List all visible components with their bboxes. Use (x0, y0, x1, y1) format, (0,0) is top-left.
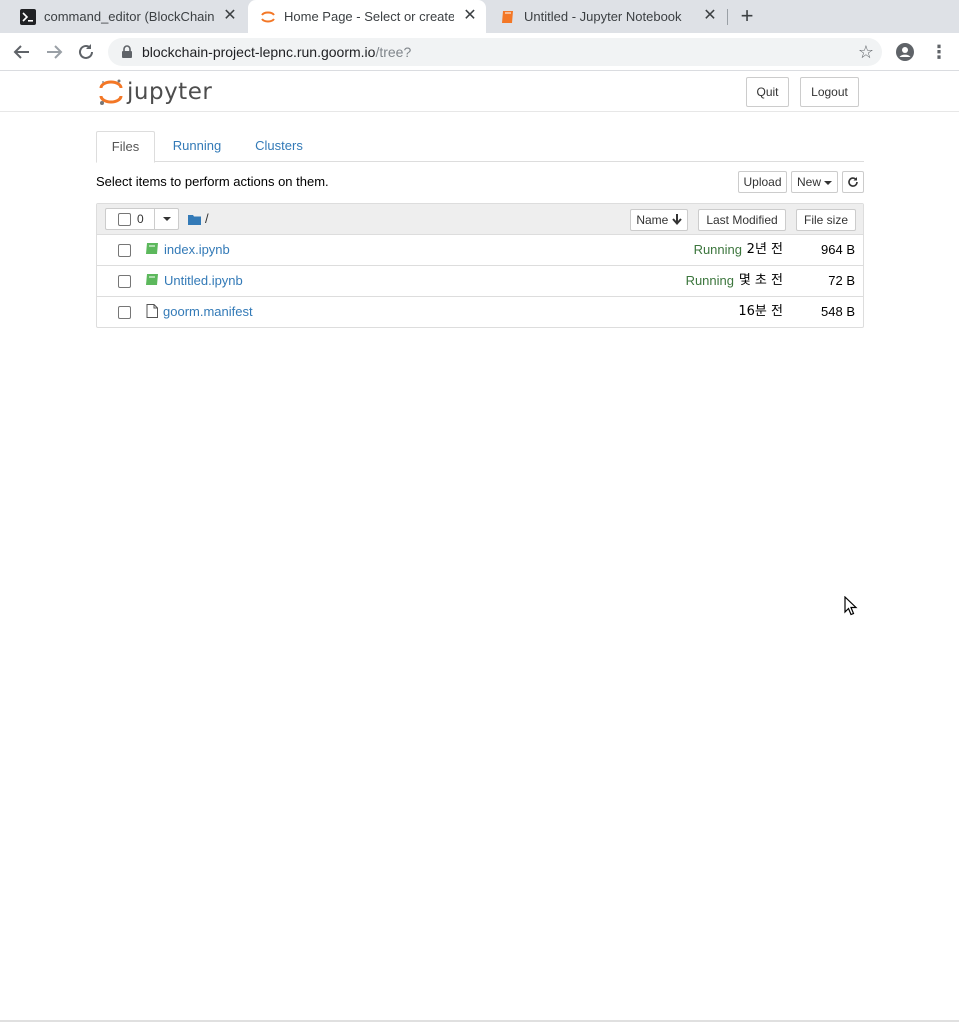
sort-by-size-button[interactable]: File size (796, 209, 856, 231)
lock-icon (122, 45, 132, 58)
file-row[interactable]: goorm.manifest 16분 전 548 B (97, 297, 863, 328)
breadcrumb-root[interactable]: / (205, 211, 209, 227)
logo-text: jupyter (127, 79, 213, 105)
file-icon (146, 304, 158, 318)
jupyter-header: jupyter Quit Logout (0, 72, 959, 112)
row-checkbox[interactable] (118, 306, 131, 319)
close-icon[interactable]: ✕ (702, 8, 718, 24)
mouse-cursor-icon (844, 596, 858, 616)
last-modified: 16분 전 (738, 304, 783, 319)
jupyter-logo-icon (99, 79, 123, 105)
new-button-label: New (796, 175, 821, 189)
sort-by-name-button[interactable]: Name (630, 209, 688, 231)
back-arrow-icon (13, 45, 29, 59)
file-list-header: 0 / Name Last Modified File size (97, 204, 863, 235)
upload-button[interactable]: Upload (738, 171, 787, 193)
chevron-down-icon (163, 217, 171, 221)
tab-separator (727, 9, 728, 25)
select-dropdown-button[interactable] (154, 209, 179, 229)
tab-title: command_editor (BlockChain_ (44, 9, 214, 24)
file-link[interactable]: goorm.manifest (163, 304, 253, 320)
jupyter-spinner-icon (261, 11, 275, 23)
browser-tab-home-page[interactable]: Home Page - Select or create a ✕ (248, 0, 486, 33)
close-icon[interactable]: ✕ (462, 8, 478, 24)
folder-icon (188, 214, 201, 225)
forward-arrow-icon (47, 45, 63, 59)
notebook-icon (146, 274, 158, 285)
file-link[interactable]: Untitled.ipynb (164, 273, 243, 289)
tab-running[interactable]: Running (162, 131, 232, 162)
tab-title: Home Page - Select or create a (284, 9, 454, 24)
url-text: blockchain-project-lepnc.run.goorm.io/tr… (142, 44, 411, 60)
refresh-button[interactable] (842, 171, 864, 193)
new-tab-button[interactable]: + (737, 5, 757, 27)
selection-hint: Select items to perform actions on them. (96, 174, 329, 189)
notebook-icon (502, 11, 513, 23)
jupyter-tabs: Files Running Clusters (96, 131, 864, 163)
row-checkbox[interactable] (118, 244, 131, 257)
notebook-icon (146, 243, 158, 254)
refresh-icon (848, 177, 858, 187)
browser-menu-icon[interactable]: ⋮ (930, 41, 948, 63)
bookmark-star-icon[interactable]: ☆ (858, 42, 874, 62)
name-column-label: Name (636, 213, 669, 227)
browser-tab-command-editor[interactable]: command_editor (BlockChain_ ✕ (8, 0, 246, 33)
chevron-down-icon (824, 180, 832, 185)
running-status: Running (685, 273, 734, 288)
arrow-down-icon (671, 214, 682, 226)
row-checkbox[interactable] (118, 275, 131, 288)
file-list: 0 / Name Last Modified File size index.i… (96, 203, 864, 328)
address-bar[interactable]: blockchain-project-lepnc.run.goorm.io/tr… (108, 38, 882, 66)
url-host: blockchain-project-lepnc.run.goorm.io (142, 44, 376, 60)
reload-icon (79, 44, 93, 59)
close-icon[interactable]: ✕ (222, 8, 238, 24)
tab-title: Untitled - Jupyter Notebook (524, 9, 682, 24)
tab-clusters[interactable]: Clusters (245, 131, 313, 162)
last-modified: 몇 초 전 (738, 273, 783, 288)
browser-toolbar: blockchain-project-lepnc.run.goorm.io/tr… (0, 33, 959, 71)
profile-avatar-icon[interactable] (895, 42, 915, 62)
file-row[interactable]: Untitled.ipynb Running 몇 초 전 72 B (97, 266, 863, 297)
sort-by-modified-button[interactable]: Last Modified (698, 209, 786, 231)
breadcrumb[interactable]: / (188, 211, 209, 227)
jupyter-logo[interactable]: jupyter (99, 77, 212, 107)
browser-tabstrip: command_editor (BlockChain_ ✕ Home Page … (0, 0, 959, 33)
tab-files[interactable]: Files (96, 131, 155, 163)
file-row[interactable]: index.ipynb Running 2년 전 964 B (97, 235, 863, 266)
last-modified: 2년 전 (746, 242, 783, 257)
url-path: /tree? (375, 44, 412, 60)
quit-button[interactable]: Quit (746, 77, 789, 107)
file-size: 72 B (828, 273, 855, 288)
file-size: 548 B (821, 304, 855, 319)
back-button[interactable] (11, 41, 33, 63)
selected-count: 0 (137, 212, 144, 226)
file-link[interactable]: index.ipynb (164, 242, 230, 258)
new-dropdown-button[interactable]: New (791, 171, 838, 193)
reload-button[interactable] (75, 41, 97, 63)
select-all-checkbox[interactable] (118, 213, 131, 226)
running-status: Running (693, 242, 742, 257)
file-size: 964 B (821, 242, 855, 257)
select-all-group[interactable]: 0 (105, 208, 179, 230)
logout-button[interactable]: Logout (800, 77, 859, 107)
browser-tab-untitled[interactable]: Untitled - Jupyter Notebook ✕ (488, 0, 726, 33)
terminal-icon (20, 9, 36, 25)
forward-button[interactable] (43, 41, 65, 63)
